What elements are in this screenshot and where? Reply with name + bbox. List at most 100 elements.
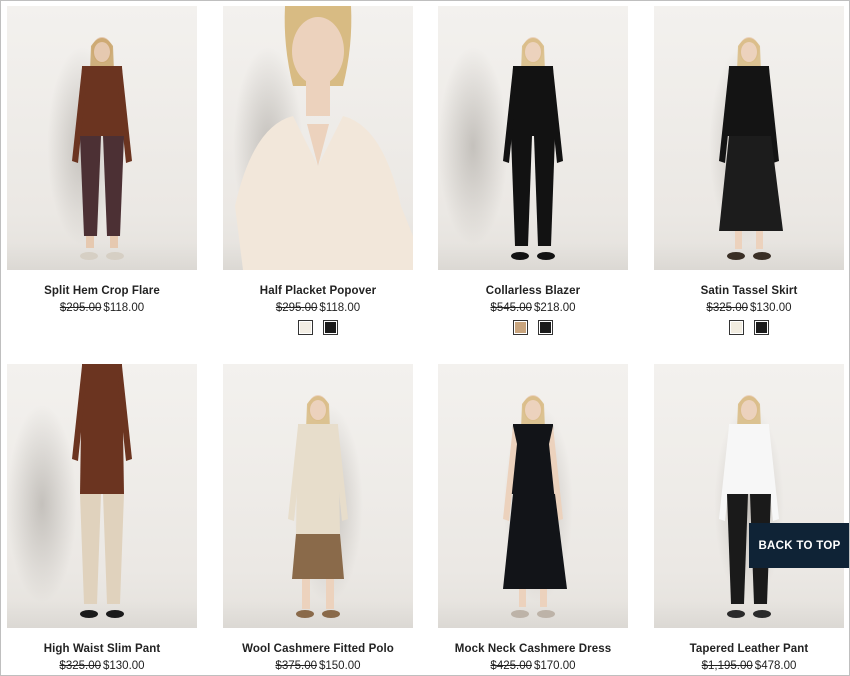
- product-price: $375.00 $150.00: [223, 660, 413, 672]
- sale-price: $150.00: [319, 660, 361, 672]
- product-price: $325.00 $130.00: [7, 660, 197, 672]
- left-leg: [302, 579, 310, 609]
- left-pant-leg: [727, 494, 748, 604]
- face: [292, 17, 344, 85]
- torso: [80, 66, 124, 136]
- product-image[interactable]: [223, 6, 413, 270]
- right-leg: [540, 589, 547, 607]
- sale-price: $118.00: [319, 302, 361, 314]
- model-illustration: [288, 395, 348, 618]
- color-swatch[interactable]: [729, 320, 744, 335]
- face: [741, 42, 757, 62]
- original-price: $325.00: [59, 660, 101, 672]
- product-image[interactable]: [654, 364, 844, 628]
- original-price: $545.00: [490, 302, 532, 314]
- torso: [296, 424, 340, 534]
- original-price: $375.00: [275, 660, 317, 672]
- torso: [727, 66, 771, 136]
- product-name[interactable]: Mock Neck Cashmere Dress: [438, 643, 628, 655]
- color-swatch[interactable]: [754, 320, 769, 335]
- model-illustration: [719, 395, 779, 618]
- left-pant-leg: [511, 136, 532, 246]
- shorts: [292, 534, 344, 579]
- product-price: $325.00 $130.00: [654, 302, 844, 314]
- product-image[interactable]: [438, 6, 628, 270]
- face: [741, 400, 757, 420]
- product-name[interactable]: High Waist Slim Pant: [7, 643, 197, 655]
- product-grid-frame: Split Hem Crop Flare $295.00 $118.00 Half…: [0, 0, 850, 676]
- original-price: $295.00: [59, 302, 102, 314]
- right-pant-leg: [103, 136, 124, 236]
- sale-price: $118.00: [103, 302, 145, 314]
- right-shoe: [106, 610, 124, 618]
- left-leg: [519, 589, 526, 607]
- right-shoe: [753, 252, 771, 260]
- product-name[interactable]: Split Hem Crop Flare: [7, 285, 197, 297]
- face: [525, 400, 541, 420]
- model-illustration: [503, 37, 563, 260]
- right-shoe: [322, 610, 340, 618]
- color-swatch[interactable]: [513, 320, 528, 335]
- left-shoe: [80, 610, 98, 618]
- sale-price: $130.00: [750, 302, 792, 314]
- left-pant-leg: [80, 136, 101, 236]
- product-image[interactable]: [223, 364, 413, 628]
- product-price: $545.00 $218.00: [438, 302, 628, 314]
- original-price: $425.00: [490, 660, 532, 672]
- left-shoe: [296, 610, 314, 618]
- right-shoe: [106, 252, 124, 260]
- left-leg: [735, 231, 742, 249]
- right-leg: [756, 231, 763, 249]
- face: [525, 42, 541, 62]
- right-ankle: [110, 236, 118, 248]
- product-image[interactable]: [438, 364, 628, 628]
- left-shoe: [511, 610, 529, 618]
- face: [310, 400, 326, 420]
- left-shoe: [80, 252, 98, 260]
- sale-price: $170.00: [534, 660, 576, 672]
- product-name[interactable]: Satin Tassel Skirt: [654, 285, 844, 297]
- product-name[interactable]: Wool Cashmere Fitted Polo: [223, 643, 413, 655]
- color-swatch[interactable]: [298, 320, 313, 335]
- color-swatches: [223, 320, 413, 335]
- model-illustration: [72, 37, 132, 260]
- product-image[interactable]: [654, 6, 844, 270]
- color-swatch[interactable]: [538, 320, 553, 335]
- product-name[interactable]: Half Placket Popover: [223, 285, 413, 297]
- right-shoe: [537, 610, 555, 618]
- torso: [727, 424, 771, 494]
- product-price: $295.00 $118.00: [223, 302, 413, 314]
- original-price: $1,195.00: [701, 660, 753, 672]
- original-price: $295.00: [275, 302, 318, 314]
- model-illustration: [719, 37, 783, 260]
- product-price: $295.00 $118.00: [7, 302, 197, 314]
- left-ankle: [86, 236, 94, 248]
- sale-price: $218.00: [534, 302, 576, 314]
- right-shoe: [753, 610, 771, 618]
- back-to-top-button[interactable]: BACK TO TOP: [749, 523, 849, 568]
- product-name[interactable]: Tapered Leather Pant: [654, 643, 844, 655]
- face: [94, 42, 110, 62]
- product-image[interactable]: [7, 6, 197, 270]
- product-name[interactable]: Collarless Blazer: [438, 285, 628, 297]
- left-shoe: [727, 252, 745, 260]
- model-illustration: [503, 395, 567, 618]
- right-shoe: [537, 252, 555, 260]
- torso: [80, 364, 124, 494]
- color-swatches: [438, 320, 628, 335]
- sale-price: $478.00: [754, 660, 797, 672]
- product-price: $1,195.00 $478.00: [654, 660, 844, 672]
- neck: [306, 76, 330, 116]
- sale-price: $130.00: [103, 660, 145, 672]
- product-image[interactable]: [7, 364, 197, 628]
- left-shoe: [511, 252, 529, 260]
- torso: [511, 424, 555, 494]
- color-swatches: [654, 320, 844, 335]
- model-illustration: [235, 6, 413, 270]
- right-pant-leg: [103, 494, 124, 604]
- right-pant-leg: [534, 136, 555, 246]
- original-price: $325.00: [706, 302, 748, 314]
- product-price: $425.00 $170.00: [438, 660, 628, 672]
- right-leg: [326, 579, 334, 609]
- color-swatch[interactable]: [323, 320, 338, 335]
